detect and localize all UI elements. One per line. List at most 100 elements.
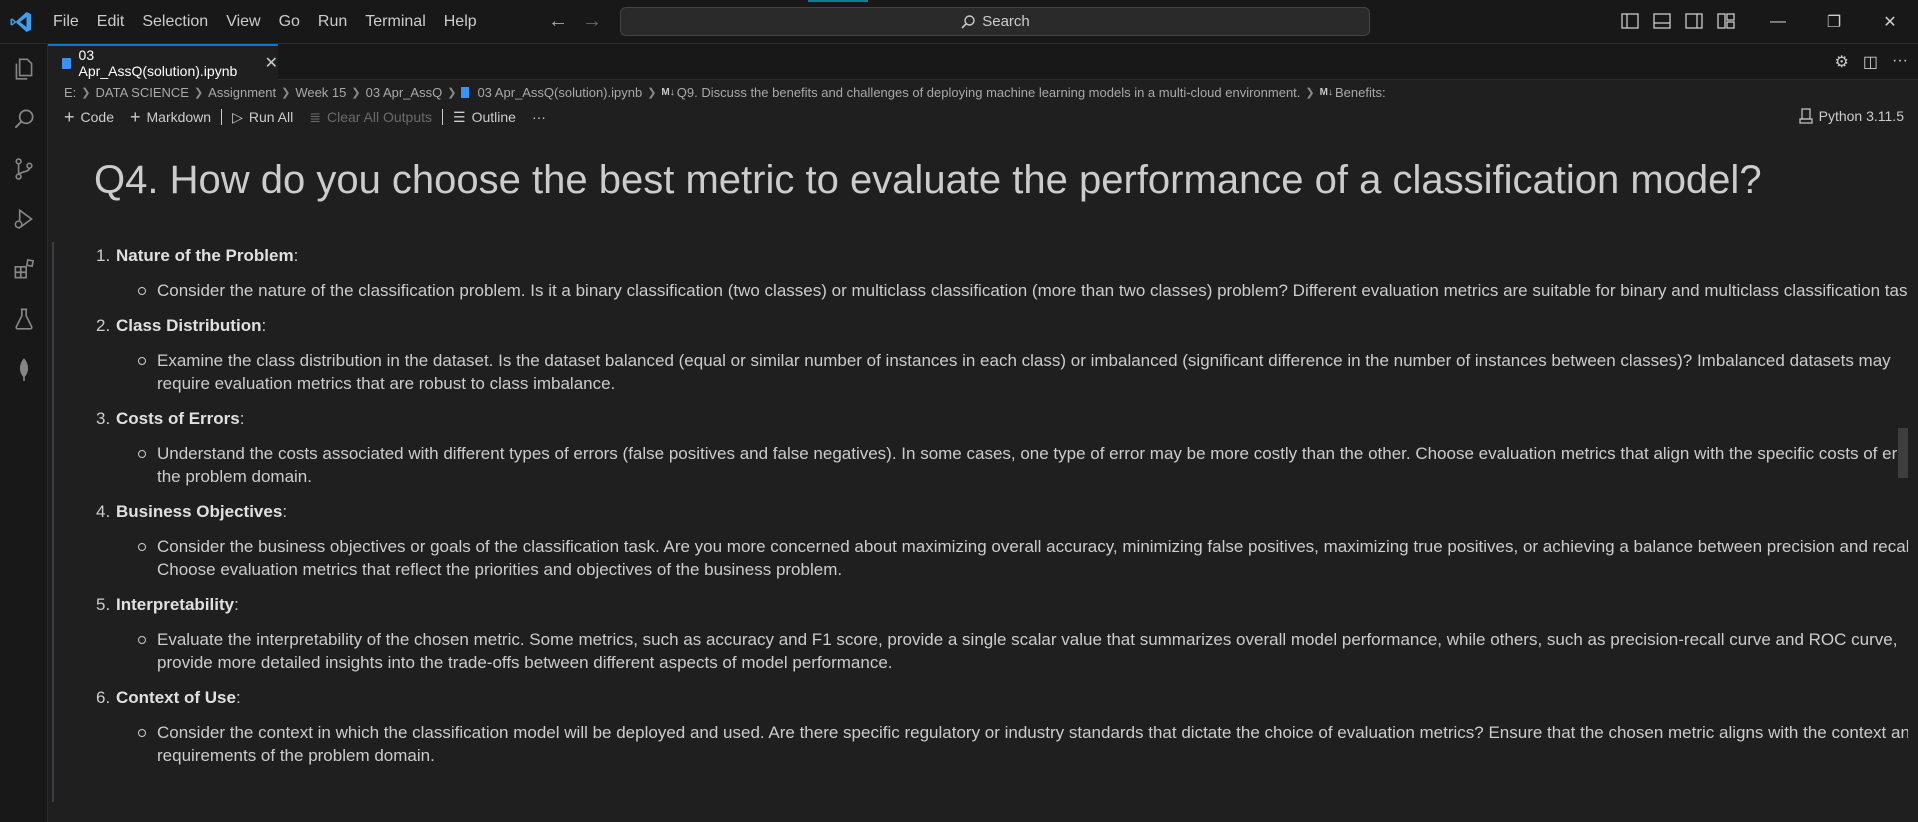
source-control-button[interactable] [0,144,48,194]
item-suffix: : [282,502,288,521]
bullet-icon [138,543,146,551]
more-actions-icon[interactable]: ··· [1892,52,1908,72]
list-item: 4. Business Objectives: Consider the bus… [96,500,1908,581]
back-arrow-icon[interactable]: ← [548,10,568,32]
title-accent-line [808,0,868,2]
extensions-button[interactable] [0,244,48,294]
run-debug-button[interactable] [0,194,48,244]
item-detail: Consider the business objectives or goal… [157,537,1908,579]
search-sidebar-button[interactable] [0,94,48,144]
menu-terminal[interactable]: Terminal [356,0,434,44]
menu-file[interactable]: File [44,0,88,44]
kernel-icon [1799,108,1813,124]
breadcrumb-item[interactable]: 03 Apr_AssQ(solution).ipynb [477,85,642,100]
item-title: Interpretability [116,595,235,614]
clear-all-outputs-button[interactable]: ≣ Clear All Outputs [301,109,440,126]
item-suffix: : [293,246,299,265]
sub-list-item: Examine the class distribution in the da… [116,349,1908,395]
close-icon[interactable]: ✕ [265,53,278,73]
item-detail: Consider the context in which the classi… [157,723,1908,765]
search-icon [961,14,975,29]
more-toolbar-button[interactable]: ··· [524,109,554,125]
minimize-icon[interactable]: — [1750,0,1806,44]
item-detail: Evaluate the interpretability of the cho… [157,630,1898,672]
chevron-right-icon: ❯ [351,86,361,99]
run-all-icon: ▷ [232,108,243,125]
source-control-icon [15,158,33,180]
gear-icon[interactable]: ⚙ [1835,52,1849,72]
menu-run[interactable]: Run [309,0,356,44]
toggle-primary-sidebar-icon[interactable] [1620,11,1640,31]
bullet-icon [138,287,146,295]
list-item: 2. Class Distribution: Examine the class… [96,314,1908,395]
list-number: 2. [96,316,111,335]
breadcrumb-item[interactable]: Assignment [208,85,276,100]
toggle-panel-icon[interactable] [1652,11,1672,31]
menu-view[interactable]: View [217,0,269,44]
list-number: 3. [96,409,111,428]
add-markdown-label: Markdown [146,109,212,125]
customize-layout-icon[interactable] [1716,11,1736,31]
breadcrumb-item[interactable]: 03 Apr_AssQ [366,85,443,100]
add-markdown-cell-button[interactable]: + Markdown [122,108,219,126]
sub-list-item: Consider the nature of the classificatio… [116,279,1908,302]
plus-icon: + [129,107,141,127]
leaf-icon [19,358,29,381]
search-sidebar-icon [14,109,34,129]
item-title: Nature of the Problem [116,246,294,265]
menu-selection[interactable]: Selection [133,0,217,44]
sub-list: Consider the context in which the classi… [116,721,1908,767]
outline-button[interactable]: ☰ Outline [445,109,524,126]
title-bar: File Edit Selection View Go Run Terminal… [0,0,1918,44]
extensions-icon [14,258,35,279]
item-suffix: : [235,688,241,707]
breadcrumb-item[interactable]: E: [64,85,76,100]
plus-icon: + [64,107,75,127]
breadcrumb-item[interactable]: DATA SCIENCE [96,85,189,100]
breadcrumb-item[interactable]: Q9. Discuss the benefits and challenges … [677,85,1301,100]
menu-go[interactable]: Go [270,0,309,44]
clear-all-icon: ≣ [309,108,321,125]
sub-list: Consider the business objectives or goal… [116,535,1908,581]
add-code-cell-button[interactable]: + Code [56,108,122,126]
menu-edit[interactable]: Edit [88,0,134,44]
item-title: Costs of Errors [116,409,240,428]
sub-list-item: Understand the costs associated with dif… [116,442,1908,488]
menu-help[interactable]: Help [435,0,486,44]
breadcrumb-item[interactable]: Week 15 [295,85,346,100]
explorer-button[interactable] [0,44,48,94]
chevron-right-icon: ❯ [447,86,457,99]
bullet-icon [138,450,146,458]
kernel-picker[interactable]: Python 3.11.5 [1799,108,1904,124]
restore-icon[interactable]: ❐ [1806,0,1862,44]
testing-icon [15,308,33,330]
list-item: 5. Interpretability: Evaluate the interp… [96,593,1908,674]
mongodb-button[interactable] [0,344,48,394]
item-suffix: : [234,595,239,614]
bullet-icon [138,636,146,644]
toggle-secondary-sidebar-icon[interactable] [1684,11,1704,31]
bullet-icon [138,729,146,737]
split-editor-icon[interactable]: ◫ [1863,52,1878,72]
forward-arrow-icon[interactable]: → [582,10,602,32]
sub-list: Evaluate the interpretability of the cho… [116,628,1908,674]
list-number: 6. [96,688,111,707]
breadcrumb: E: ❯ DATA SCIENCE ❯ Assignment ❯ Week 15… [64,82,1386,102]
outline-label: Outline [471,109,516,125]
testing-button[interactable] [0,294,48,344]
run-all-button[interactable]: ▷ Run All [224,109,301,126]
breadcrumb-item[interactable]: Benefits: [1335,85,1386,100]
command-center-search[interactable]: Search [620,7,1370,36]
clear-all-label: Clear All Outputs [326,109,433,125]
sub-list: Understand the costs associated with dif… [116,442,1908,488]
scrollbar-thumb[interactable] [1898,428,1908,478]
item-suffix: : [261,316,267,335]
vscode-logo[interactable] [8,10,34,34]
close-window-icon[interactable]: ✕ [1862,0,1918,44]
list-number: 4. [96,502,111,521]
item-title: Class Distribution [116,316,262,335]
window-controls: — ❐ ✕ [1750,0,1918,44]
toolbar-divider [221,109,223,125]
tab-notebook[interactable]: 03 Apr_AssQ(solution).ipynb ✕ [48,44,278,80]
chevron-right-icon: ❯ [647,86,657,99]
